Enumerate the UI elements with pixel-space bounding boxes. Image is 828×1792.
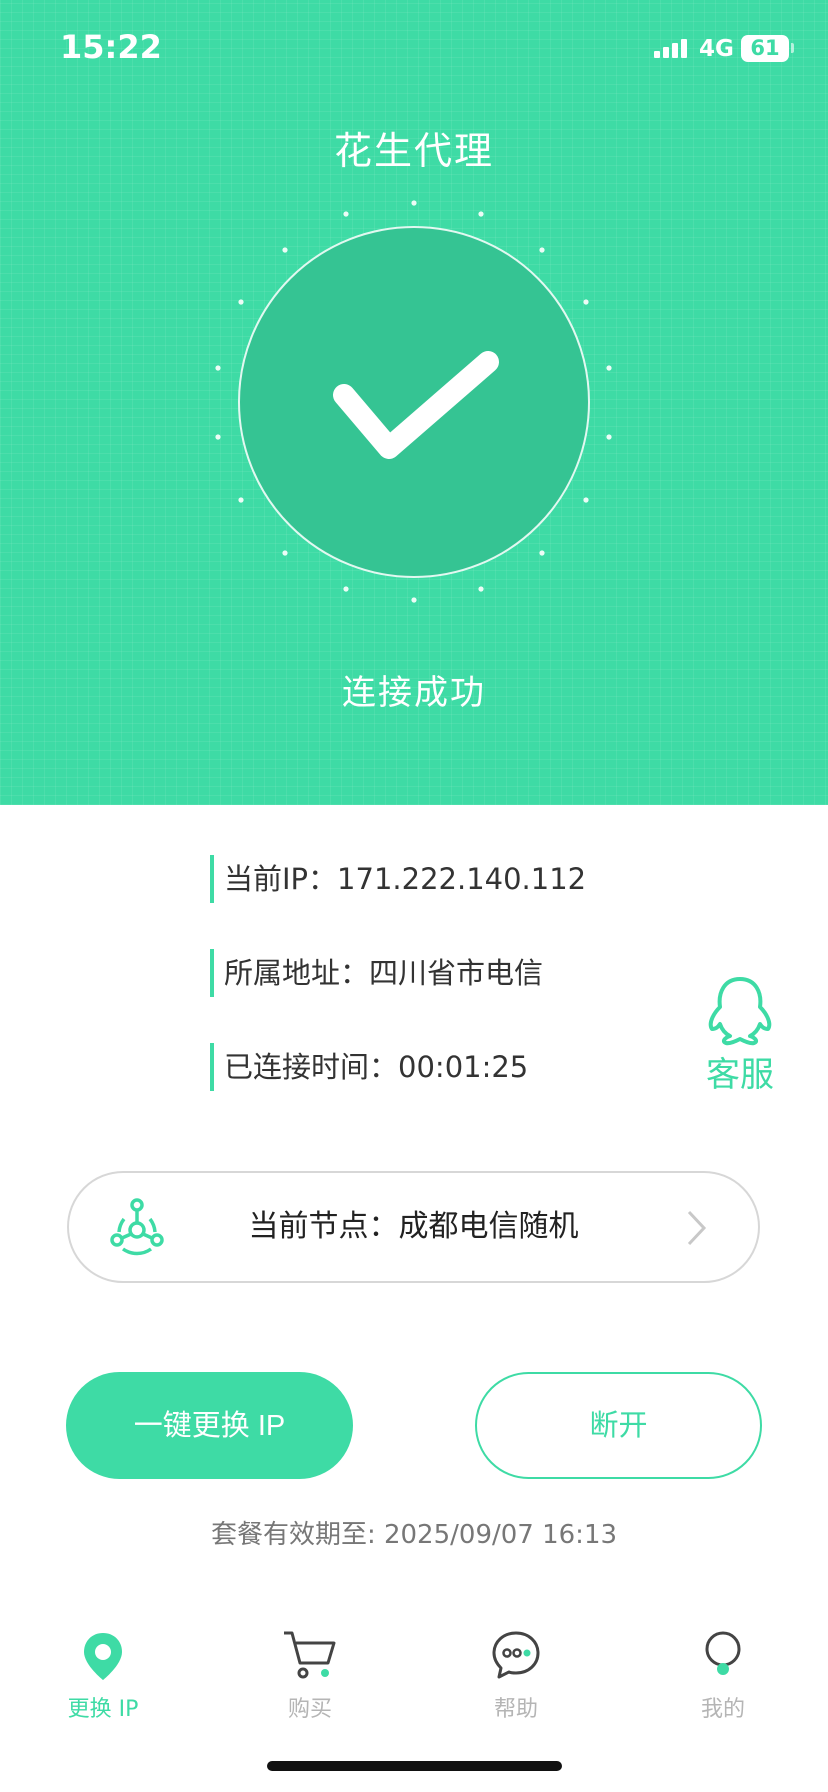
location-pin-icon: [84, 1633, 122, 1680]
current-ip-value: 171.222.140.112: [337, 862, 587, 896]
qq-icon: [708, 977, 772, 1046]
app-title: 花生代理: [333, 129, 494, 173]
tab-help[interactable]: 帮助: [451, 1625, 581, 1735]
signal-icon: [654, 39, 687, 58]
tab-purchase-label: 购买: [287, 1697, 332, 1722]
network-type: 4G: [699, 36, 734, 62]
node-value: 成都电信随机: [398, 1209, 579, 1244]
node-label: 当前节点：: [248, 1209, 399, 1244]
connection-status-text: 连接成功: [342, 673, 486, 713]
cart-icon: [284, 1631, 336, 1679]
current-ip-row: 当前IP：171.222.140.112: [210, 855, 586, 903]
connected-time-value: 00:01:25: [398, 1050, 529, 1084]
address-row: 所属地址：四川省市电信: [210, 949, 543, 997]
chat-bubble-icon: [492, 1631, 540, 1679]
address-label: 所属地址：: [224, 956, 370, 990]
tab-profile-label: 我的: [700, 1697, 745, 1722]
tab-switch-ip-label: 更换 IP: [67, 1697, 139, 1722]
customer-service-button[interactable]: 客服: [700, 975, 780, 1095]
connected-time-row: 已连接时间：00:01:25: [210, 1043, 528, 1091]
connected-time-label: 已连接时间：: [224, 1050, 399, 1084]
customer-service-label: 客服: [706, 1055, 774, 1095]
status-bar: 15:22 4G 61: [0, 0, 828, 100]
chevron-right-icon: [687, 1210, 707, 1246]
connection-hero: 15:22 4G 61 花生代理 连接成功: [0, 0, 828, 805]
battery-icon: 61: [741, 35, 789, 62]
battery-tip: [791, 43, 794, 53]
tab-profile[interactable]: 我的: [658, 1625, 788, 1735]
tab-switch-ip[interactable]: 更换 IP: [38, 1625, 168, 1735]
tab-help-label: 帮助: [493, 1697, 538, 1722]
home-indicator: [267, 1761, 562, 1771]
disconnect-button[interactable]: 断开: [475, 1372, 762, 1479]
switch-ip-button[interactable]: 一键更换 IP: [66, 1372, 353, 1479]
person-icon: [705, 1631, 741, 1675]
node-text: 当前节点：成都电信随机: [69, 1173, 758, 1281]
plan-expiry-text: 套餐有效期至: 2025/09/07 16:13: [210, 1520, 618, 1550]
tab-purchase[interactable]: 购买: [245, 1625, 375, 1735]
address-value: 四川省市电信: [369, 956, 544, 990]
current-ip-label: 当前IP：: [224, 862, 338, 896]
node-selector[interactable]: 当前节点：成都电信随机: [67, 1171, 760, 1283]
status-time: 15:22: [60, 28, 162, 66]
